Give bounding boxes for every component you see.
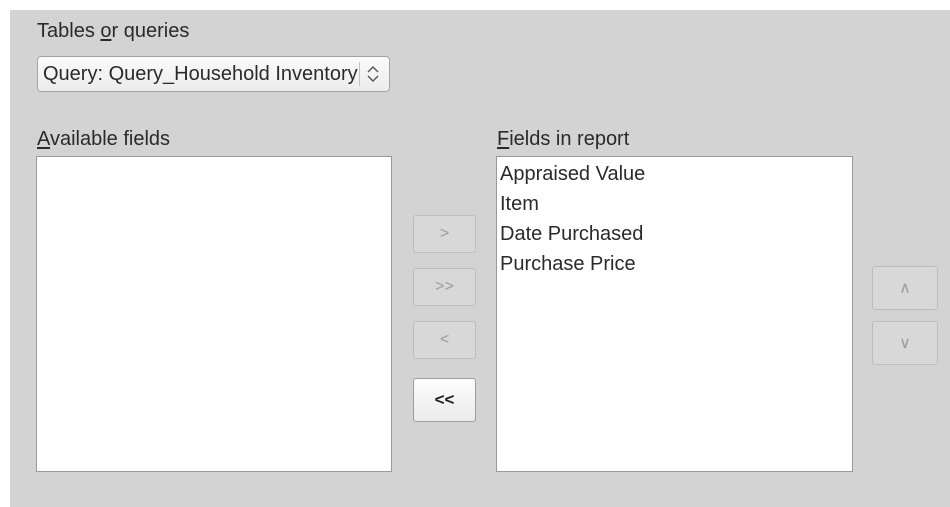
tables-or-queries-label: Tables or queries <box>37 19 189 43</box>
label-mnemonic: F <box>497 128 510 150</box>
chevron-down-icon: ∨ <box>899 335 911 352</box>
list-item[interactable]: Item <box>497 189 852 219</box>
fields-in-report-label: Fields in report <box>497 127 629 151</box>
chevron-up-icon: ∧ <box>899 280 911 297</box>
add-field-button[interactable]: > <box>413 215 476 253</box>
combo-separator <box>359 62 360 86</box>
label-rest: vailable fields <box>49 128 171 150</box>
fields-in-report-list[interactable]: Appraised Value Item Date Purchased Purchas… <box>496 156 853 472</box>
move-up-button[interactable]: ∧ <box>872 266 938 310</box>
selected-query-text: Query: Query_Household Inventory <box>43 63 358 85</box>
remove-field-button[interactable]: < <box>413 321 476 359</box>
label-mnemonic: o <box>100 20 112 42</box>
tables-or-queries-select[interactable]: Query: Query_Household Inventory <box>37 56 390 92</box>
spin-arrows-icon[interactable] <box>362 61 384 87</box>
label-suffix: r queries <box>111 20 190 42</box>
list-item[interactable]: Date Purchased <box>497 219 852 249</box>
list-item[interactable]: Purchase Price <box>497 249 852 279</box>
add-all-fields-button[interactable]: >> <box>413 268 476 306</box>
list-item[interactable]: Appraised Value <box>497 159 852 189</box>
available-fields-list[interactable] <box>36 156 392 472</box>
label-prefix: Tables <box>37 20 101 42</box>
available-fields-label: Available fields <box>37 127 170 151</box>
remove-all-fields-button[interactable]: << <box>413 378 476 422</box>
label-rest: ields in report <box>509 128 630 150</box>
label-mnemonic: A <box>37 128 50 150</box>
move-down-button[interactable]: ∨ <box>872 321 938 365</box>
